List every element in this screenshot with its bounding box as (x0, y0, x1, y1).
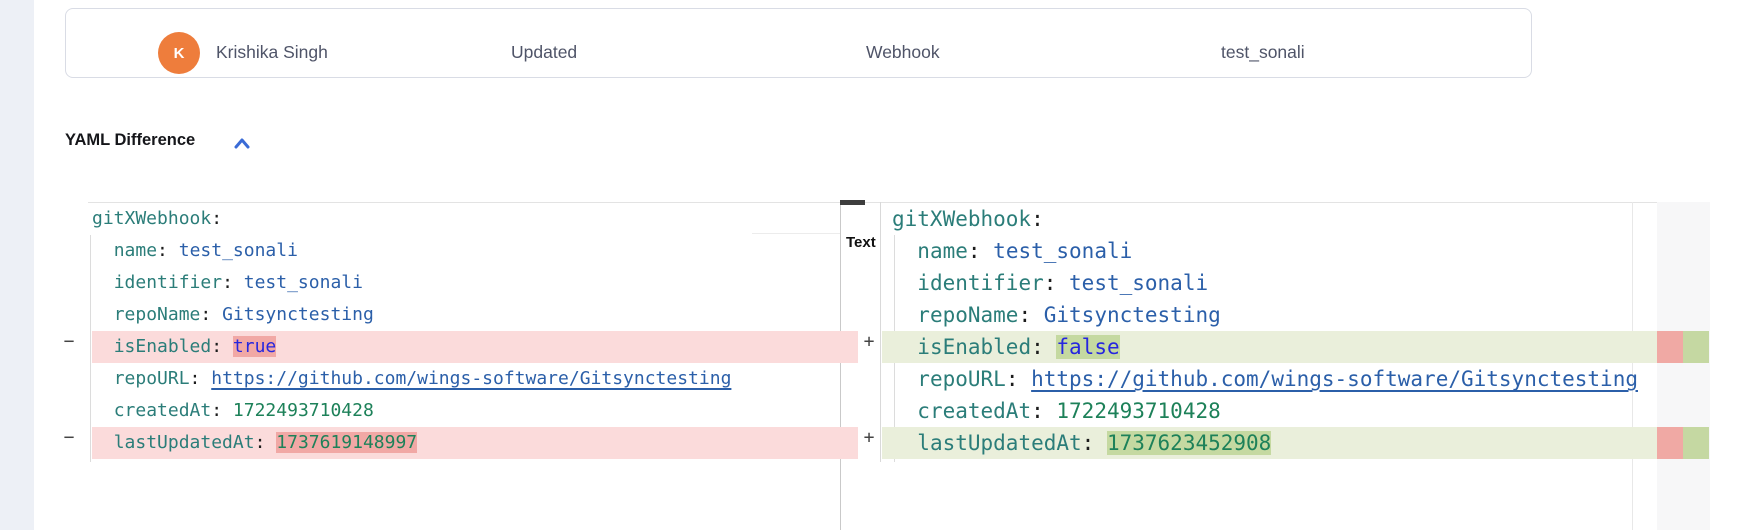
overview-mark-removed (1657, 427, 1683, 459)
yaml-indent (892, 367, 917, 391)
yaml-key: isEnabled (114, 336, 212, 357)
yaml-colon: : (1031, 335, 1056, 359)
yaml-value: 1722493710428 (233, 400, 374, 421)
yaml-value: Gitsynctesting (1044, 303, 1221, 327)
yaml-line: name: test_sonali (92, 235, 858, 267)
yaml-indent (892, 399, 917, 423)
yaml-line: createdAt: 1722493710428 (92, 395, 858, 427)
yaml-colon: : (1031, 207, 1044, 231)
yaml-line-removed: lastUpdatedAt: 1737619148997 (92, 427, 858, 459)
yaml-colon: : (211, 336, 233, 357)
yaml-line: createdAt: 1722493710428 (882, 395, 1657, 427)
yaml-indent (92, 272, 114, 293)
yaml-line: identifier: test_sonali (92, 267, 858, 299)
overview-mark-removed (1657, 331, 1683, 363)
yaml-indent (892, 303, 917, 327)
yaml-colon: : (1044, 271, 1069, 295)
yaml-value-changed: 1737619148997 (276, 432, 417, 453)
minus-marker-icon: − (60, 427, 78, 459)
indent-guide-left (90, 235, 91, 462)
yaml-value: 1722493710428 (1056, 399, 1220, 423)
yaml-line: repoURL: https://github.com/wings-softwa… (882, 363, 1657, 395)
yaml-value-changed: 1737623452908 (1107, 431, 1271, 455)
user-name: Krishika Singh (216, 42, 328, 63)
yaml-line-removed: isEnabled: true (92, 331, 858, 363)
yaml-key: lastUpdatedAt (114, 432, 255, 453)
yaml-colon: : (1018, 303, 1043, 327)
yaml-line-added: lastUpdatedAt: 1737623452908 (882, 427, 1657, 459)
yaml-line: name: test_sonali (882, 235, 1657, 267)
yaml-colon: : (1082, 431, 1107, 455)
yaml-key: isEnabled (917, 335, 1031, 359)
yaml-line: gitXWebhook: (882, 203, 1657, 235)
yaml-colon: : (157, 240, 179, 261)
diff-right-editor[interactable]: gitXWebhook: name: test_sonali identifie… (882, 203, 1657, 459)
yaml-value-changed: false (1056, 335, 1119, 359)
yaml-line: repoURL: https://github.com/wings-softwa… (92, 363, 858, 395)
section-title: YAML Difference (65, 131, 195, 150)
action-label: Updated (511, 42, 577, 63)
yaml-colon: : (222, 272, 244, 293)
yaml-value: test_sonali (244, 272, 363, 293)
audit-event-row[interactable]: K Krishika Singh Updated Webhook test_so… (65, 8, 1532, 78)
yaml-key: repoName (114, 304, 201, 325)
yaml-key: createdAt (114, 400, 212, 421)
yaml-colon: : (200, 304, 222, 325)
yaml-key: repoName (917, 303, 1018, 327)
yaml-key: repoURL (917, 367, 1006, 391)
yaml-key: lastUpdatedAt (917, 431, 1081, 455)
yaml-line: gitXWebhook: (92, 203, 858, 235)
yaml-value: Gitsynctesting (222, 304, 374, 325)
repo-url-link[interactable]: https://github.com/wings-software/Gitsyn… (1031, 367, 1638, 391)
overview-ruler[interactable] (1657, 202, 1710, 530)
yaml-indent (92, 240, 114, 261)
yaml-colon: : (1006, 367, 1031, 391)
yaml-indent (92, 432, 114, 453)
resource-name-label: test_sonali (1221, 42, 1305, 63)
plus-marker-icon: + (860, 331, 878, 363)
yaml-indent (892, 271, 917, 295)
yaml-value: test_sonali (179, 240, 298, 261)
yaml-colon: : (211, 400, 233, 421)
plus-marker-icon: + (860, 427, 878, 459)
avatar: K (158, 32, 200, 74)
resource-type-label: Webhook (866, 42, 940, 63)
yaml-indent (92, 400, 114, 421)
yaml-indent (892, 335, 917, 359)
yaml-indent (92, 336, 114, 357)
yaml-value: test_sonali (1069, 271, 1208, 295)
yaml-line: repoName: Gitsynctesting (92, 299, 858, 331)
yaml-key: identifier (917, 271, 1043, 295)
yaml-key: name (114, 240, 157, 261)
yaml-colon: : (968, 239, 993, 263)
page-background-strip (0, 0, 34, 530)
yaml-colon: : (1031, 399, 1056, 423)
yaml-line: identifier: test_sonali (882, 267, 1657, 299)
yaml-line: repoName: Gitsynctesting (882, 299, 1657, 331)
yaml-key: createdAt (917, 399, 1031, 423)
diff-left-editor[interactable]: gitXWebhook: name: test_sonali identifie… (92, 203, 858, 459)
yaml-indent (892, 431, 917, 455)
yaml-colon: : (190, 368, 212, 389)
yaml-key: identifier (114, 272, 222, 293)
yaml-indent (92, 304, 114, 325)
yaml-key: gitXWebhook (92, 208, 211, 229)
yaml-line-added: isEnabled: false (882, 331, 1657, 363)
yaml-key: name (917, 239, 968, 263)
minus-marker-icon: − (60, 331, 78, 363)
yaml-colon: : (211, 208, 222, 229)
right-editor-border (880, 202, 881, 462)
repo-url-link[interactable]: https://github.com/wings-software/Gitsyn… (211, 368, 731, 389)
yaml-key: repoURL (114, 368, 190, 389)
yaml-value-changed: true (233, 336, 276, 357)
overview-mark-added (1683, 331, 1709, 363)
yaml-key: gitXWebhook (892, 207, 1031, 231)
yaml-indent (92, 368, 114, 389)
chevron-up-icon[interactable] (231, 133, 253, 155)
yaml-value: test_sonali (993, 239, 1132, 263)
yaml-colon: : (255, 432, 277, 453)
overview-mark-added (1683, 427, 1709, 459)
yaml-indent (892, 239, 917, 263)
